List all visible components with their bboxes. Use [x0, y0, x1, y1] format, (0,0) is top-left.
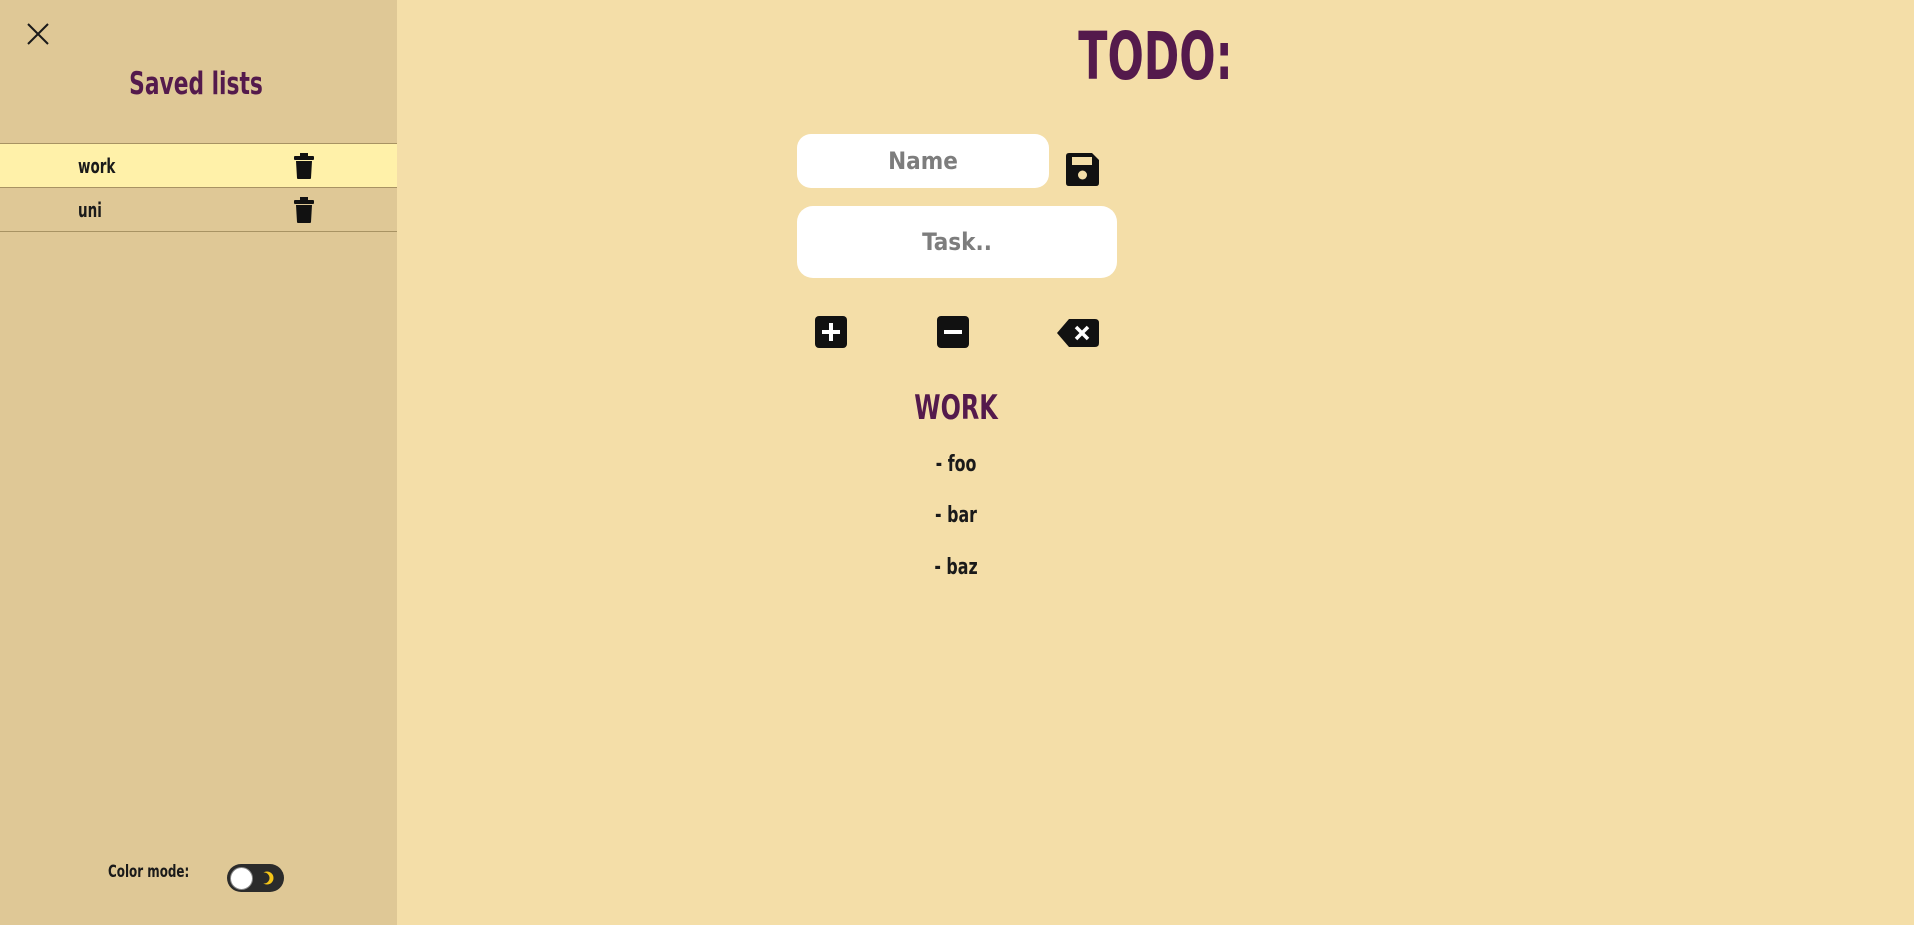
- trash-icon[interactable]: [294, 197, 314, 223]
- task-item[interactable]: - bar: [876, 503, 1036, 528]
- trash-icon[interactable]: [294, 153, 314, 179]
- saved-lists: work uni: [0, 143, 397, 232]
- color-mode-label: Color mode:: [108, 862, 190, 882]
- task-input[interactable]: [797, 206, 1117, 278]
- sidebar: Saved lists work uni Color mode:: [0, 0, 397, 925]
- app: Saved lists work uni Color mode: TODO: N…: [0, 0, 1914, 925]
- saved-list-item-uni[interactable]: uni: [0, 188, 397, 232]
- list-heading: WORK: [914, 388, 998, 428]
- plus-square-icon[interactable]: [815, 316, 847, 352]
- close-icon[interactable]: [26, 22, 50, 46]
- toggle-knob: [230, 867, 253, 890]
- backspace-icon[interactable]: [1057, 319, 1099, 351]
- color-mode-toggle[interactable]: [227, 864, 284, 892]
- save-icon[interactable]: [1066, 153, 1099, 186]
- saved-list-item-label: uni: [78, 198, 102, 222]
- minus-square-icon[interactable]: [937, 316, 969, 352]
- sidebar-title: Saved lists: [129, 66, 263, 102]
- task-item[interactable]: - foo: [876, 452, 1036, 477]
- saved-list-item-label: work: [78, 154, 116, 178]
- saved-list-item-work[interactable]: work: [0, 144, 397, 188]
- task-item[interactable]: - baz: [876, 555, 1036, 580]
- page-title: TODO:: [1078, 18, 1233, 95]
- list-name-input[interactable]: [797, 134, 1049, 188]
- moon-icon: [260, 871, 274, 885]
